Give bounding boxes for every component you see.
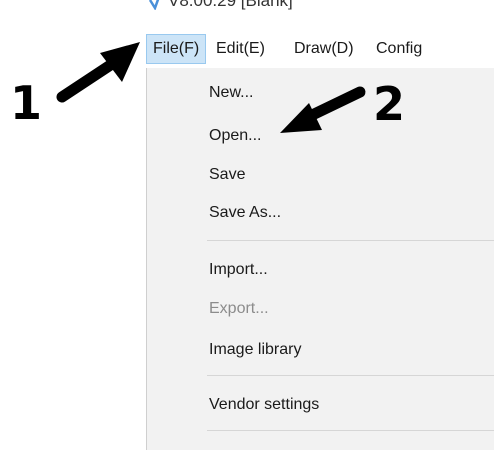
app-logo-icon bbox=[148, 0, 160, 10]
menu-item-import[interactable]: Import... bbox=[209, 255, 268, 285]
menu-item-export: Export... bbox=[209, 300, 269, 317]
menu-separator bbox=[207, 430, 494, 431]
menu-draw[interactable]: Draw(D) bbox=[288, 34, 360, 64]
window-title: V8.00.29 [Blank] bbox=[168, 0, 293, 10]
menu-config[interactable]: Config bbox=[370, 34, 428, 64]
menu-separator bbox=[207, 240, 494, 241]
file-dropdown-menu: New... Open... Save Save As... Import...… bbox=[146, 68, 494, 450]
menu-item-new[interactable]: New... bbox=[209, 78, 253, 108]
menu-item-save-as[interactable]: Save As... bbox=[209, 198, 281, 228]
menu-item-vendor-settings[interactable]: Vendor settings bbox=[209, 390, 319, 420]
step-number-1: 1 bbox=[10, 76, 43, 130]
menu-item-open[interactable]: Open... bbox=[209, 121, 261, 151]
menu-item-save[interactable]: Save bbox=[209, 160, 245, 190]
step-number-2: 2 bbox=[373, 77, 406, 131]
title-bar: V8.00.29 [Blank] bbox=[146, 0, 494, 30]
menu-bar: File(F) Edit(E) Draw(D) Config bbox=[146, 30, 494, 68]
menu-separator bbox=[207, 375, 494, 376]
menu-edit[interactable]: Edit(E) bbox=[210, 34, 271, 64]
menu-file[interactable]: File(F) bbox=[146, 34, 207, 64]
menu-item-image-library[interactable]: Image library bbox=[209, 335, 301, 365]
black-arrow-icon bbox=[56, 42, 140, 103]
app-window: V8.00.29 [Blank] File(F) Edit(E) Draw(D)… bbox=[146, 0, 494, 450]
